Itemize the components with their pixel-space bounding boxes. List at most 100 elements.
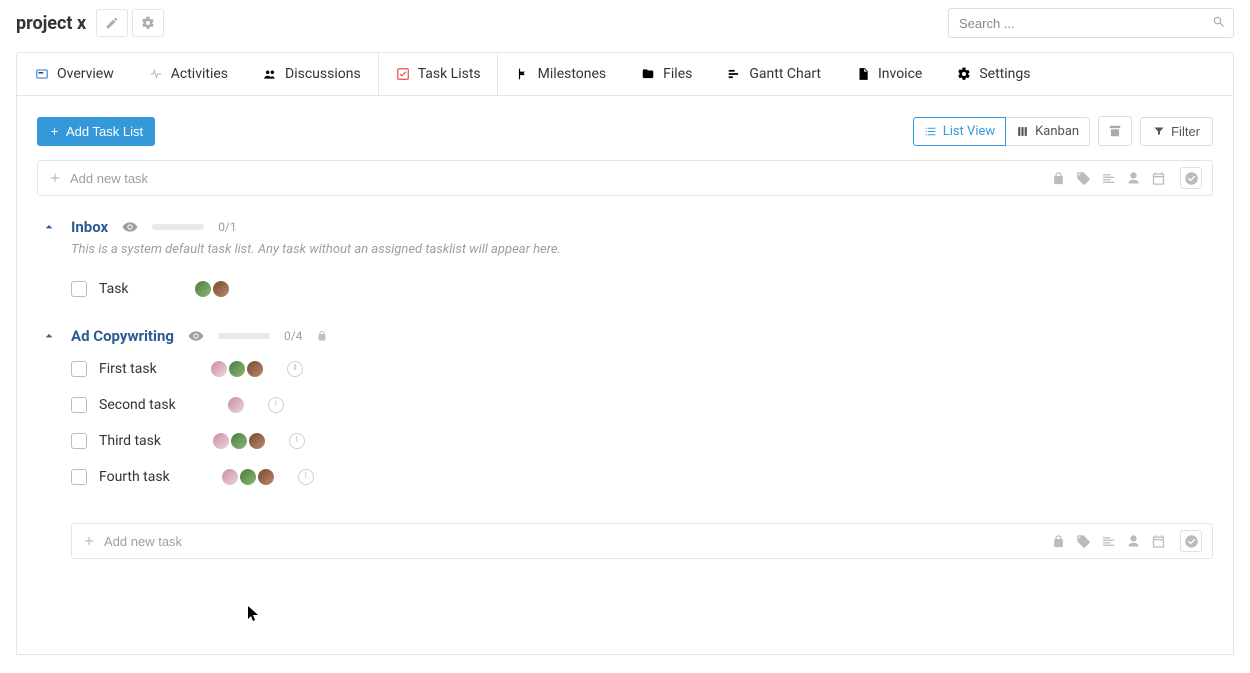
mouse-cursor <box>248 606 260 626</box>
tab-overview[interactable]: Overview <box>17 53 131 95</box>
task-checkbox[interactable] <box>71 433 87 449</box>
assignee-avatar[interactable] <box>195 281 211 297</box>
visibility-icon[interactable] <box>188 328 204 344</box>
tab-label: Gantt Chart <box>749 66 821 82</box>
progress-bar <box>152 224 204 230</box>
timer-icon[interactable] <box>268 397 284 413</box>
assignee-avatar[interactable] <box>231 433 247 449</box>
collapse-icon[interactable] <box>41 219 57 235</box>
tab-discussions[interactable]: Discussions <box>245 53 378 95</box>
timer-icon[interactable] <box>298 469 314 485</box>
edit-project-button[interactable] <box>96 9 128 37</box>
due-date-icon[interactable] <box>1151 171 1166 186</box>
filter-label: Filter <box>1171 124 1200 139</box>
task-title: Fourth task <box>99 469 170 485</box>
task-list-section: Ad Copywriting 0/4 First task Second tas… <box>37 327 1213 559</box>
tab-settings[interactable]: Settings <box>939 53 1047 95</box>
assignee-avatar[interactable] <box>213 433 229 449</box>
tab-task-lists[interactable]: Task Lists <box>378 53 498 95</box>
add-task-input-top[interactable] <box>70 171 1051 186</box>
tab-bar: Overview Activities Discussions Task Lists M… <box>16 52 1234 95</box>
assignee-avatar[interactable] <box>229 361 245 377</box>
collapse-icon[interactable] <box>41 328 57 344</box>
kanban-view-button[interactable]: Kanban <box>1006 117 1090 146</box>
assignee-group <box>195 281 229 297</box>
task-row[interactable]: Task <box>41 271 1213 307</box>
tab-label: Files <box>663 66 692 82</box>
project-settings-button[interactable] <box>132 9 164 37</box>
task-checkbox[interactable] <box>71 469 87 485</box>
view-toggle: List View Kanban <box>913 117 1090 146</box>
assignee-avatar[interactable] <box>228 397 244 413</box>
assignee-group <box>213 433 265 449</box>
card-icon <box>34 66 50 82</box>
tab-label: Settings <box>979 66 1030 82</box>
tab-label: Activities <box>171 66 228 82</box>
add-task-row-top <box>37 160 1213 196</box>
submit-task-icon[interactable] <box>1180 530 1202 552</box>
tab-files[interactable]: Files <box>623 53 709 95</box>
plus-icon <box>82 534 96 548</box>
tab-label: Task Lists <box>418 66 481 82</box>
tab-label: Invoice <box>878 66 922 82</box>
project-title: project x <box>16 13 86 34</box>
tag-icon[interactable] <box>1076 534 1091 549</box>
assignee-avatar[interactable] <box>258 469 274 485</box>
task-count: 0/1 <box>218 220 236 234</box>
task-list-title[interactable]: Ad Copywriting <box>71 327 174 345</box>
task-checkbox[interactable] <box>71 281 87 297</box>
visibility-icon[interactable] <box>122 219 138 235</box>
add-task-row-list <box>71 523 1213 559</box>
add-task-input-list[interactable] <box>104 534 1051 549</box>
task-title: Task <box>99 281 159 297</box>
check-icon <box>395 66 411 82</box>
task-row[interactable]: Fourth task <box>41 459 1213 495</box>
privacy-icon[interactable] <box>1051 171 1066 186</box>
submit-task-icon[interactable] <box>1180 167 1202 189</box>
description-icon[interactable] <box>1101 171 1116 186</box>
assignee-avatar[interactable] <box>222 469 238 485</box>
lock-icon <box>316 330 328 342</box>
pulse-icon <box>148 66 164 82</box>
doc-icon <box>855 66 871 82</box>
task-list-title[interactable]: Inbox <box>71 218 108 236</box>
archive-button[interactable] <box>1098 116 1132 146</box>
assignee-avatar[interactable] <box>211 361 227 377</box>
add-task-list-button[interactable]: Add Task List <box>37 117 155 146</box>
assignee-icon[interactable] <box>1126 534 1141 549</box>
filter-button[interactable]: Filter <box>1140 117 1213 146</box>
description-icon[interactable] <box>1101 534 1116 549</box>
bars-icon <box>726 66 742 82</box>
timer-icon[interactable] <box>289 433 305 449</box>
tab-gantt[interactable]: Gantt Chart <box>709 53 838 95</box>
assignee-avatar[interactable] <box>247 361 263 377</box>
assignee-group <box>228 397 244 413</box>
add-task-list-label: Add Task List <box>66 124 143 139</box>
task-checkbox[interactable] <box>71 397 87 413</box>
assignee-avatar[interactable] <box>213 281 229 297</box>
task-checkbox[interactable] <box>71 361 87 377</box>
assignee-icon[interactable] <box>1126 171 1141 186</box>
timer-icon[interactable] <box>287 361 303 377</box>
list-view-button[interactable]: List View <box>913 117 1006 146</box>
tab-invoice[interactable]: Invoice <box>838 53 939 95</box>
assignee-group <box>222 469 274 485</box>
assignee-avatar[interactable] <box>240 469 256 485</box>
assignee-avatar[interactable] <box>249 433 265 449</box>
search-icon <box>1212 15 1226 33</box>
task-count: 0/4 <box>284 329 302 343</box>
tab-label: Discussions <box>285 66 361 82</box>
task-row[interactable]: Third task <box>41 423 1213 459</box>
task-row[interactable]: First task <box>41 351 1213 387</box>
task-row[interactable]: Second task <box>41 387 1213 423</box>
progress-bar <box>218 333 270 339</box>
due-date-icon[interactable] <box>1151 534 1166 549</box>
tag-icon[interactable] <box>1076 171 1091 186</box>
tab-activities[interactable]: Activities <box>131 53 245 95</box>
plus-icon <box>48 171 62 185</box>
task-list-header: Ad Copywriting 0/4 <box>41 327 1213 345</box>
list-view-label: List View <box>943 124 995 139</box>
search-input[interactable] <box>948 8 1234 38</box>
privacy-icon[interactable] <box>1051 534 1066 549</box>
tab-milestones[interactable]: Milestones <box>498 53 624 95</box>
